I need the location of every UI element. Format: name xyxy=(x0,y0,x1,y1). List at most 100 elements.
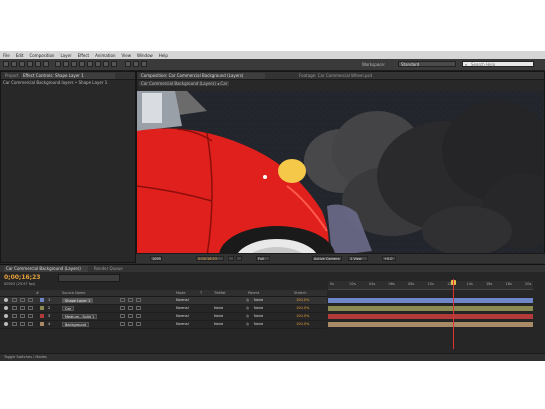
audio-toggle-icon[interactable] xyxy=(12,306,17,310)
rectangle-tool-icon[interactable] xyxy=(55,61,61,67)
layer-mode[interactable]: Normal xyxy=(176,298,189,302)
clone-stamp-tool-icon[interactable] xyxy=(87,61,93,67)
layer-row[interactable]: 4 Background Normal None ◎ None 100.0% xyxy=(0,321,327,329)
layer-parent[interactable]: None xyxy=(254,298,263,302)
layer-name[interactable]: Car xyxy=(62,306,75,311)
quality-switch-icon[interactable] xyxy=(136,298,141,302)
collapse-switch-icon[interactable] xyxy=(128,322,133,326)
layer-parent[interactable]: None xyxy=(254,306,263,310)
layer-row[interactable]: 3 Medium...Solid 1 Normal None ◎ None 100.0% xyxy=(0,313,327,321)
tab-effect-controls[interactable]: Effect Controls: Shape Layer 1 xyxy=(21,73,115,79)
solo-toggle-icon[interactable] xyxy=(20,322,25,326)
layer-mode[interactable]: Normal xyxy=(176,322,189,326)
menu-edit[interactable]: Edit xyxy=(13,53,27,58)
brush-tool-icon[interactable] xyxy=(79,61,85,67)
layer-duration-bar[interactable] xyxy=(328,298,533,303)
shy-switch-icon[interactable] xyxy=(120,314,125,318)
layer-duration-bar[interactable] xyxy=(328,314,533,319)
menu-view[interactable]: View xyxy=(119,53,135,58)
axis-mode-icon[interactable] xyxy=(125,61,131,67)
layer-mode[interactable]: Normal xyxy=(176,314,189,318)
layer-parent[interactable]: None xyxy=(254,322,263,326)
menu-layer[interactable]: Layer xyxy=(57,53,74,58)
layer-label-color[interactable] xyxy=(40,322,44,326)
layer-duration-track[interactable] xyxy=(328,305,533,312)
timeline-timecode[interactable]: 0;00;16;23 xyxy=(4,274,40,281)
tab-project[interactable]: Project xyxy=(3,73,21,79)
layer-stretch[interactable]: 100.0% xyxy=(296,314,309,318)
quality-switch-icon[interactable] xyxy=(136,322,141,326)
solo-toggle-icon[interactable] xyxy=(20,298,25,302)
pen-tool-icon[interactable] xyxy=(63,61,69,67)
solo-toggle-icon[interactable] xyxy=(20,306,25,310)
timeline-search-input[interactable] xyxy=(58,274,120,282)
show-channel-icon[interactable] xyxy=(236,256,242,261)
audio-toggle-icon[interactable] xyxy=(12,298,17,302)
viewer-timecode[interactable]: 0;00;16;23 xyxy=(196,256,224,261)
layer-name[interactable]: Shape Layer 1 xyxy=(62,298,94,303)
layer-mode[interactable]: Normal xyxy=(176,306,189,310)
search-help-input[interactable]: ⌕ Search Help xyxy=(462,61,534,67)
lock-toggle-icon[interactable] xyxy=(28,314,33,318)
selection-tool-icon[interactable] xyxy=(3,61,9,67)
parent-pickwhip-icon[interactable]: ◎ xyxy=(246,298,249,302)
lock-toggle-icon[interactable] xyxy=(28,306,33,310)
solo-toggle-icon[interactable] xyxy=(20,314,25,318)
layer-trkmat[interactable]: None xyxy=(214,322,223,326)
exposure-value[interactable]: +0.0 xyxy=(382,256,396,261)
visibility-eye-icon[interactable] xyxy=(4,314,8,318)
menu-file[interactable]: File xyxy=(0,53,13,58)
type-tool-icon[interactable] xyxy=(71,61,77,67)
layer-duration-track[interactable] xyxy=(328,297,533,304)
layer-name[interactable]: Medium...Solid 1 xyxy=(62,314,98,319)
collapse-switch-icon[interactable] xyxy=(128,298,133,302)
layer-trkmat[interactable]: None xyxy=(214,306,223,310)
resolution-select[interactable]: Full xyxy=(256,256,270,261)
menu-effect[interactable]: Effect xyxy=(75,53,93,58)
workspace-select[interactable]: Standard xyxy=(398,61,456,67)
layer-duration-bar[interactable] xyxy=(328,322,533,327)
puppet-tool-icon[interactable] xyxy=(111,61,117,67)
visibility-eye-icon[interactable] xyxy=(4,298,8,302)
camera-select[interactable]: Active Camera xyxy=(312,256,342,261)
tab-timeline-comp[interactable]: Car Commercial Background (Layers) xyxy=(4,266,88,272)
audio-toggle-icon[interactable] xyxy=(12,314,17,318)
layer-stretch[interactable]: 100.0% xyxy=(296,306,309,310)
layer-duration-track[interactable] xyxy=(328,321,533,328)
collapse-switch-icon[interactable] xyxy=(128,306,133,310)
quality-switch-icon[interactable] xyxy=(136,306,141,310)
menu-composition[interactable]: Composition xyxy=(26,53,57,58)
current-time-indicator[interactable] xyxy=(453,279,454,349)
rotation-tool-icon[interactable] xyxy=(27,61,33,67)
view-layout-select[interactable]: 1 View xyxy=(348,256,368,261)
quality-switch-icon[interactable] xyxy=(136,314,141,318)
layer-name[interactable]: Background xyxy=(62,322,89,327)
layer-row[interactable]: 1 Shape Layer 1 Normal ◎ None 100.0% xyxy=(0,297,327,305)
collapse-switch-icon[interactable] xyxy=(128,314,133,318)
menu-window[interactable]: Window xyxy=(134,53,156,58)
menu-animation[interactable]: Animation xyxy=(92,53,118,58)
hand-tool-icon[interactable] xyxy=(11,61,17,67)
shy-switch-icon[interactable] xyxy=(120,298,125,302)
camera-tool-icon[interactable] xyxy=(35,61,41,67)
zoom-tool-icon[interactable] xyxy=(19,61,25,67)
axis-mode-view-icon[interactable] xyxy=(141,61,147,67)
time-ruler[interactable]: 0s02s04s06s08s10s12s14s16s18s20s xyxy=(328,281,533,290)
layer-parent[interactable]: None xyxy=(254,314,263,318)
layer-duration-track[interactable] xyxy=(328,313,533,320)
layer-row[interactable]: 2 Car Normal None ◎ None 100.0% xyxy=(0,305,327,313)
visibility-eye-icon[interactable] xyxy=(4,306,8,310)
tab-render-queue[interactable]: Render Queue xyxy=(92,266,126,272)
parent-pickwhip-icon[interactable]: ◎ xyxy=(246,314,249,318)
eraser-tool-icon[interactable] xyxy=(95,61,101,67)
layer-stretch[interactable]: 100.0% xyxy=(296,322,309,326)
menu-help[interactable]: Help xyxy=(156,53,171,58)
pan-behind-tool-icon[interactable] xyxy=(43,61,49,67)
layer-duration-bar[interactable] xyxy=(328,306,533,311)
lock-toggle-icon[interactable] xyxy=(28,322,33,326)
axis-mode-world-icon[interactable] xyxy=(133,61,139,67)
snapshot-icon[interactable] xyxy=(228,256,234,261)
toggle-switches-modes[interactable]: Toggle Switches / Modes xyxy=(4,355,47,359)
shy-switch-icon[interactable] xyxy=(120,322,125,326)
layer-label-color[interactable] xyxy=(40,298,44,302)
